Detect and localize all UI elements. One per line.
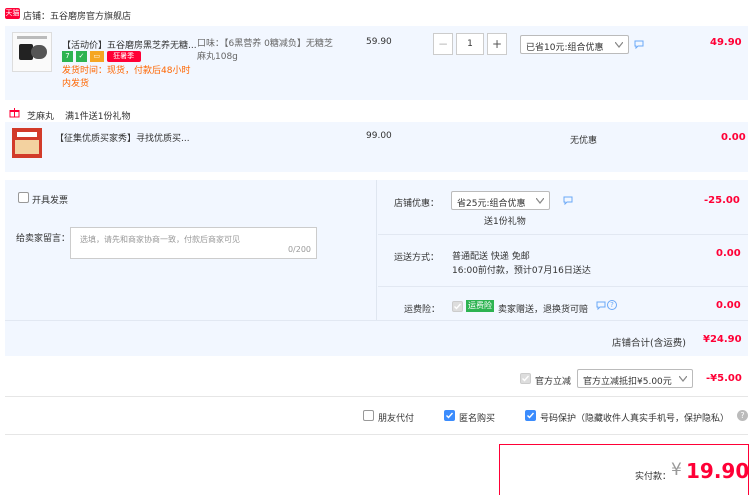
panel-divider bbox=[376, 180, 377, 320]
qty-input[interactable]: 1 bbox=[456, 33, 484, 55]
official-discount-checkbox bbox=[520, 373, 531, 384]
delivery-eta: 16:00前付款，预计07月16日送达 bbox=[452, 266, 591, 276]
insurance-amount: 0.00 bbox=[716, 300, 741, 311]
help-icon[interactable]: ? bbox=[737, 410, 748, 421]
message-counter: 0/200 bbox=[287, 245, 311, 254]
quantity-stepper: − 1 + bbox=[433, 33, 507, 55]
gift-rule: 满1件送1份礼物 bbox=[65, 112, 131, 122]
chat-icon[interactable] bbox=[634, 40, 644, 49]
payment-summary-box: 实付款： ¥ 19.90 bbox=[499, 444, 749, 495]
7-day-return-icon: 7 bbox=[62, 51, 73, 62]
gift-price: 99.00 bbox=[366, 131, 392, 141]
divider bbox=[378, 286, 748, 287]
card-icon: ▭ bbox=[89, 51, 104, 62]
official-discount-label: 官方立减 bbox=[535, 377, 572, 387]
gift-product-name: 芝麻丸 bbox=[27, 112, 55, 122]
gift-header: 芝麻丸 满1件送1份礼物 bbox=[5, 104, 748, 122]
delivery-method: 普通配送 快递 免邮 bbox=[452, 252, 530, 262]
shop-discount-value: 省25元:组合优惠 bbox=[457, 199, 526, 209]
chevron-down-icon bbox=[536, 198, 544, 204]
divider bbox=[5, 396, 748, 397]
delivery-label: 运送方式： bbox=[394, 253, 440, 263]
shop-total-amount: ¥24.90 bbox=[703, 334, 742, 345]
promo-fire-badge: 狂暑季 bbox=[106, 51, 141, 62]
insurance-help-icon[interactable]: ? bbox=[607, 300, 617, 310]
chevron-down-icon bbox=[679, 376, 687, 382]
anonymous-checkbox[interactable] bbox=[444, 410, 455, 421]
product-thumbnail[interactable] bbox=[12, 32, 52, 72]
item-subtotal: 49.90 bbox=[710, 37, 742, 48]
shop-discount-gift: 送1份礼物 bbox=[484, 217, 526, 227]
check-icon bbox=[454, 303, 462, 310]
message-textarea[interactable]: 选填，请先和商家协商一致，付款后商家可见 0/200 bbox=[70, 227, 317, 259]
tmall-badge: 天猫 bbox=[5, 8, 20, 19]
divider bbox=[378, 234, 748, 235]
delivery-amount: 0.00 bbox=[716, 248, 741, 259]
chat-icon[interactable] bbox=[596, 301, 606, 310]
insurance-text: 卖家赠送，退换货可赔 bbox=[498, 305, 589, 315]
divider bbox=[5, 434, 748, 435]
qty-minus-button[interactable]: − bbox=[433, 33, 453, 55]
guarantee-icon: ✓ bbox=[75, 51, 87, 62]
invoice-label: 开具发票 bbox=[32, 196, 69, 206]
gift-title-link[interactable]: 【征集优质买家秀】寻找优质买... bbox=[55, 131, 190, 144]
friend-pay-checkbox[interactable] bbox=[363, 410, 374, 421]
insurance-label: 运费险： bbox=[404, 305, 441, 315]
message-label: 给卖家留言： bbox=[16, 234, 71, 244]
check-icon bbox=[522, 375, 530, 382]
gift-icon bbox=[9, 108, 20, 118]
chevron-down-icon bbox=[615, 42, 623, 48]
official-discount-amount: -¥5.00 bbox=[706, 373, 742, 384]
pay-currency: ¥ bbox=[671, 460, 682, 480]
anonymous-label: 匿名购买 bbox=[459, 414, 496, 424]
privacy-label: 号码保护（隐藏收件人真实手机号，保护隐私） bbox=[540, 414, 730, 424]
privacy-checkbox[interactable] bbox=[525, 410, 536, 421]
item-discount-select-value: 已省10元:组合优惠 bbox=[526, 43, 604, 53]
official-discount-select[interactable]: 官方立减抵扣¥5.00元 bbox=[577, 369, 693, 388]
shop-name-link[interactable]: 店铺：五谷磨房官方旗舰店 bbox=[23, 9, 131, 22]
unit-price: 59.90 bbox=[366, 37, 392, 47]
gift-discount: 无优惠 bbox=[570, 136, 598, 146]
shop-discount-label: 店铺优惠： bbox=[394, 199, 440, 209]
shop-total-label: 店铺合计(含运费) bbox=[612, 338, 686, 349]
message-placeholder: 选填，请先和商家协商一致，付款后商家可见 bbox=[80, 235, 240, 244]
check-icon bbox=[527, 412, 535, 419]
pay-label: 实付款： bbox=[635, 472, 672, 482]
shop-discount-amount: -25.00 bbox=[704, 195, 740, 206]
pay-amount: 19.90 bbox=[686, 459, 750, 483]
item-discount-select[interactable]: 已省10元:组合优惠 bbox=[520, 35, 629, 54]
gift-thumbnail[interactable] bbox=[12, 128, 42, 158]
sku-info: 口味：【6黑营养 0糖减负】无糖芝麻丸108g bbox=[197, 39, 333, 62]
item-row-2: 【征集优质买家秀】寻找优质买... 99.00 无优惠 0.00 bbox=[5, 122, 748, 172]
item-title-link[interactable]: 【活动价】五谷磨房黑芝养无糖... bbox=[62, 38, 198, 51]
invoice-checkbox[interactable] bbox=[18, 192, 29, 203]
item-row-1: 【活动价】五谷磨房黑芝养无糖... 7 ✓ ▭ 狂暑季 发货时间：现货，付款后4… bbox=[5, 26, 748, 100]
service-icons: 7 ✓ ▭ 狂暑季 bbox=[62, 51, 141, 62]
divider bbox=[5, 320, 748, 321]
gift-subtotal: 0.00 bbox=[721, 132, 746, 143]
shop-discount-select[interactable]: 省25元:组合优惠 bbox=[451, 191, 550, 210]
chat-icon[interactable] bbox=[563, 196, 573, 205]
shop-header: 天猫 店铺：五谷磨房官方旗舰店 bbox=[0, 0, 753, 26]
insurance-checkbox bbox=[452, 301, 463, 312]
qty-plus-button[interactable]: + bbox=[487, 33, 507, 55]
friend-pay-label: 朋友代付 bbox=[378, 414, 415, 424]
shipping-time: 发货时间：现货，付款后48小时内发货 bbox=[62, 66, 191, 89]
check-icon bbox=[446, 412, 454, 419]
insurance-tag: 运费险 bbox=[466, 300, 494, 312]
official-discount-value: 官方立减抵扣¥5.00元 bbox=[583, 377, 672, 387]
